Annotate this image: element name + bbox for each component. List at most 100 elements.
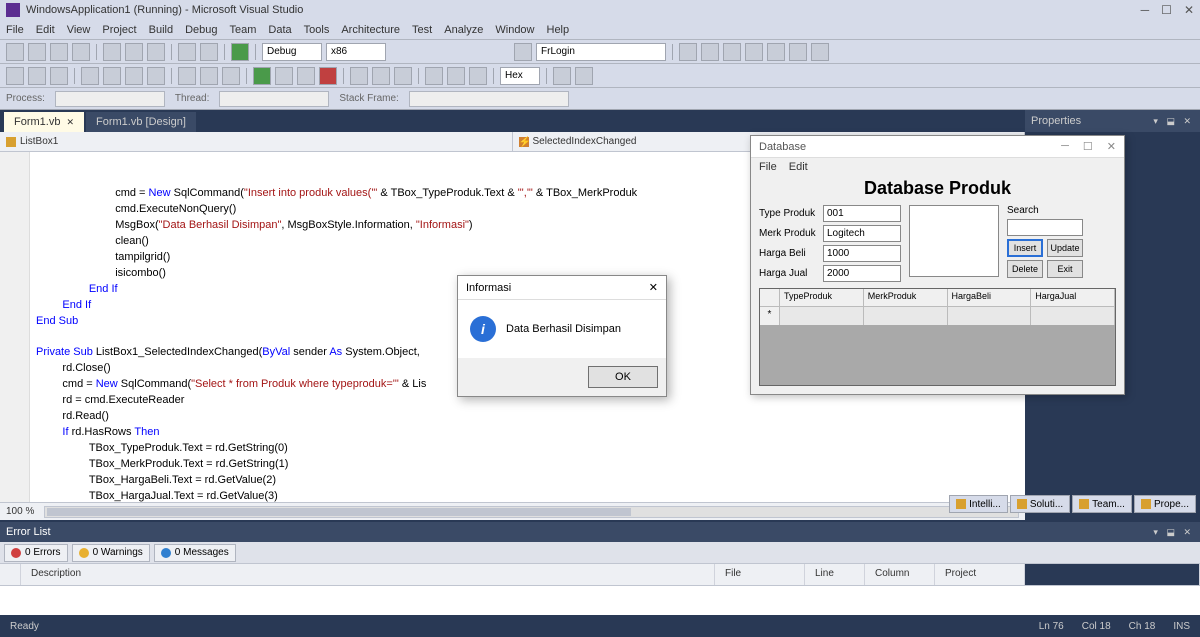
tb2-b[interactable]: [28, 67, 46, 85]
menu-file[interactable]: File: [6, 24, 24, 36]
tb2-i[interactable]: [200, 67, 218, 85]
tab-form1-vb[interactable]: Form1.vb✕: [4, 112, 84, 132]
platform-combo[interactable]: x86: [326, 43, 386, 61]
undo-icon[interactable]: [178, 43, 196, 61]
tb2-g[interactable]: [147, 67, 165, 85]
menu-project[interactable]: Project: [102, 24, 136, 36]
find-icon[interactable]: [514, 43, 532, 61]
menu-view[interactable]: View: [67, 24, 91, 36]
tb-icon-d[interactable]: [745, 43, 763, 61]
config-combo[interactable]: Debug: [262, 43, 322, 61]
tb2-o[interactable]: [553, 67, 571, 85]
col-line[interactable]: Line: [805, 564, 865, 585]
tb-icon-g[interactable]: [811, 43, 829, 61]
close-icon[interactable]: ✕: [1184, 3, 1194, 17]
stop-icon[interactable]: [319, 67, 337, 85]
tb2-k[interactable]: [275, 67, 293, 85]
tb2-j[interactable]: [222, 67, 240, 85]
menu-architecture[interactable]: Architecture: [341, 24, 400, 36]
maximize-icon[interactable]: ☐: [1161, 3, 1172, 17]
tb-icon-f[interactable]: [789, 43, 807, 61]
gridcol-beli[interactable]: HargaBeli: [948, 289, 1032, 307]
col-file[interactable]: File: [715, 564, 805, 585]
menu-test[interactable]: Test: [412, 24, 432, 36]
menu-edit[interactable]: Edit: [36, 24, 55, 36]
errorlist-pin-icon[interactable]: ▾ ⬓ ✕: [1153, 527, 1194, 538]
menu-tools[interactable]: Tools: [304, 24, 330, 36]
gridcol-type[interactable]: TypeProduk: [780, 289, 864, 307]
startup-combo[interactable]: FrLogin: [536, 43, 666, 61]
tb2-d[interactable]: [81, 67, 99, 85]
menu-help[interactable]: Help: [547, 24, 570, 36]
tb2-m[interactable]: [447, 67, 465, 85]
save-icon[interactable]: [50, 43, 68, 61]
paste-icon[interactable]: [147, 43, 165, 61]
tb-icon-b[interactable]: [701, 43, 719, 61]
messages-filter[interactable]: 0 Messages: [154, 544, 236, 562]
tb2-l[interactable]: [425, 67, 443, 85]
step-out-icon[interactable]: [394, 67, 412, 85]
tab-properties[interactable]: Prope...: [1134, 495, 1196, 513]
data-grid[interactable]: TypeProduk MerkProduk HargaBeli HargaJua…: [759, 288, 1116, 386]
panel-pin-icon[interactable]: ▾ ⬓ ✕: [1153, 116, 1194, 127]
process-field[interactable]: [55, 91, 165, 107]
exit-button[interactable]: Exit: [1047, 260, 1083, 278]
horizontal-scrollbar[interactable]: [44, 506, 1019, 518]
continue-icon[interactable]: [253, 67, 271, 85]
ok-button[interactable]: OK: [588, 366, 658, 388]
start-icon[interactable]: [231, 43, 249, 61]
col-column[interactable]: Column: [865, 564, 935, 585]
break-icon[interactable]: [297, 67, 315, 85]
delete-button[interactable]: Delete: [1007, 260, 1043, 278]
grid-new-row[interactable]: *: [760, 307, 1115, 325]
step-over-icon[interactable]: [372, 67, 390, 85]
tb-icon-e[interactable]: [767, 43, 785, 61]
db-minimize-icon[interactable]: ─: [1061, 140, 1069, 153]
input-merk-produk[interactable]: [823, 225, 901, 242]
tb2-h[interactable]: [178, 67, 196, 85]
minimize-icon[interactable]: ─: [1141, 3, 1150, 17]
redo-icon[interactable]: [200, 43, 218, 61]
tb2-c[interactable]: [50, 67, 68, 85]
menu-team[interactable]: Team: [230, 24, 257, 36]
class-combo[interactable]: ListBox1: [0, 132, 513, 151]
tab-form1-design[interactable]: Form1.vb [Design]: [86, 112, 196, 132]
insert-button[interactable]: Insert: [1007, 239, 1043, 257]
hex-combo[interactable]: Hex: [500, 67, 540, 85]
new-project-icon[interactable]: [6, 43, 24, 61]
stack-field[interactable]: [409, 91, 569, 107]
db-menu-file[interactable]: File: [759, 161, 777, 173]
menu-window[interactable]: Window: [495, 24, 534, 36]
input-harga-beli[interactable]: [823, 245, 901, 262]
db-maximize-icon[interactable]: ☐: [1083, 140, 1093, 153]
tab-intellitrace[interactable]: Intelli...: [949, 495, 1008, 513]
warnings-filter[interactable]: 0 Warnings: [72, 544, 150, 562]
tb2-f[interactable]: [125, 67, 143, 85]
tb2-e[interactable]: [103, 67, 121, 85]
gridcol-jual[interactable]: HargaJual: [1031, 289, 1115, 307]
tb2-p[interactable]: [575, 67, 593, 85]
input-search[interactable]: [1007, 219, 1083, 236]
col-description[interactable]: Description: [21, 564, 715, 585]
input-harga-jual[interactable]: [823, 265, 901, 282]
db-close-icon[interactable]: ✕: [1107, 140, 1116, 153]
tb-icon-c[interactable]: [723, 43, 741, 61]
thread-field[interactable]: [219, 91, 329, 107]
step-into-icon[interactable]: [350, 67, 368, 85]
tab-team[interactable]: Team...: [1072, 495, 1132, 513]
errors-filter[interactable]: 0 Errors: [4, 544, 68, 562]
tb2-a[interactable]: [6, 67, 24, 85]
menu-build[interactable]: Build: [149, 24, 173, 36]
listbox-produk[interactable]: [909, 205, 999, 277]
cut-icon[interactable]: [103, 43, 121, 61]
tab-close-icon[interactable]: ✕: [66, 117, 74, 128]
tab-solution[interactable]: Soluti...: [1010, 495, 1070, 513]
tb2-n[interactable]: [469, 67, 487, 85]
save-all-icon[interactable]: [72, 43, 90, 61]
db-menu-edit[interactable]: Edit: [789, 161, 808, 173]
msgbox-close-icon[interactable]: ✕: [649, 281, 658, 294]
col-project[interactable]: Project: [935, 564, 1025, 585]
copy-icon[interactable]: [125, 43, 143, 61]
input-type-produk[interactable]: [823, 205, 901, 222]
zoom-level[interactable]: 100 %: [6, 506, 34, 517]
